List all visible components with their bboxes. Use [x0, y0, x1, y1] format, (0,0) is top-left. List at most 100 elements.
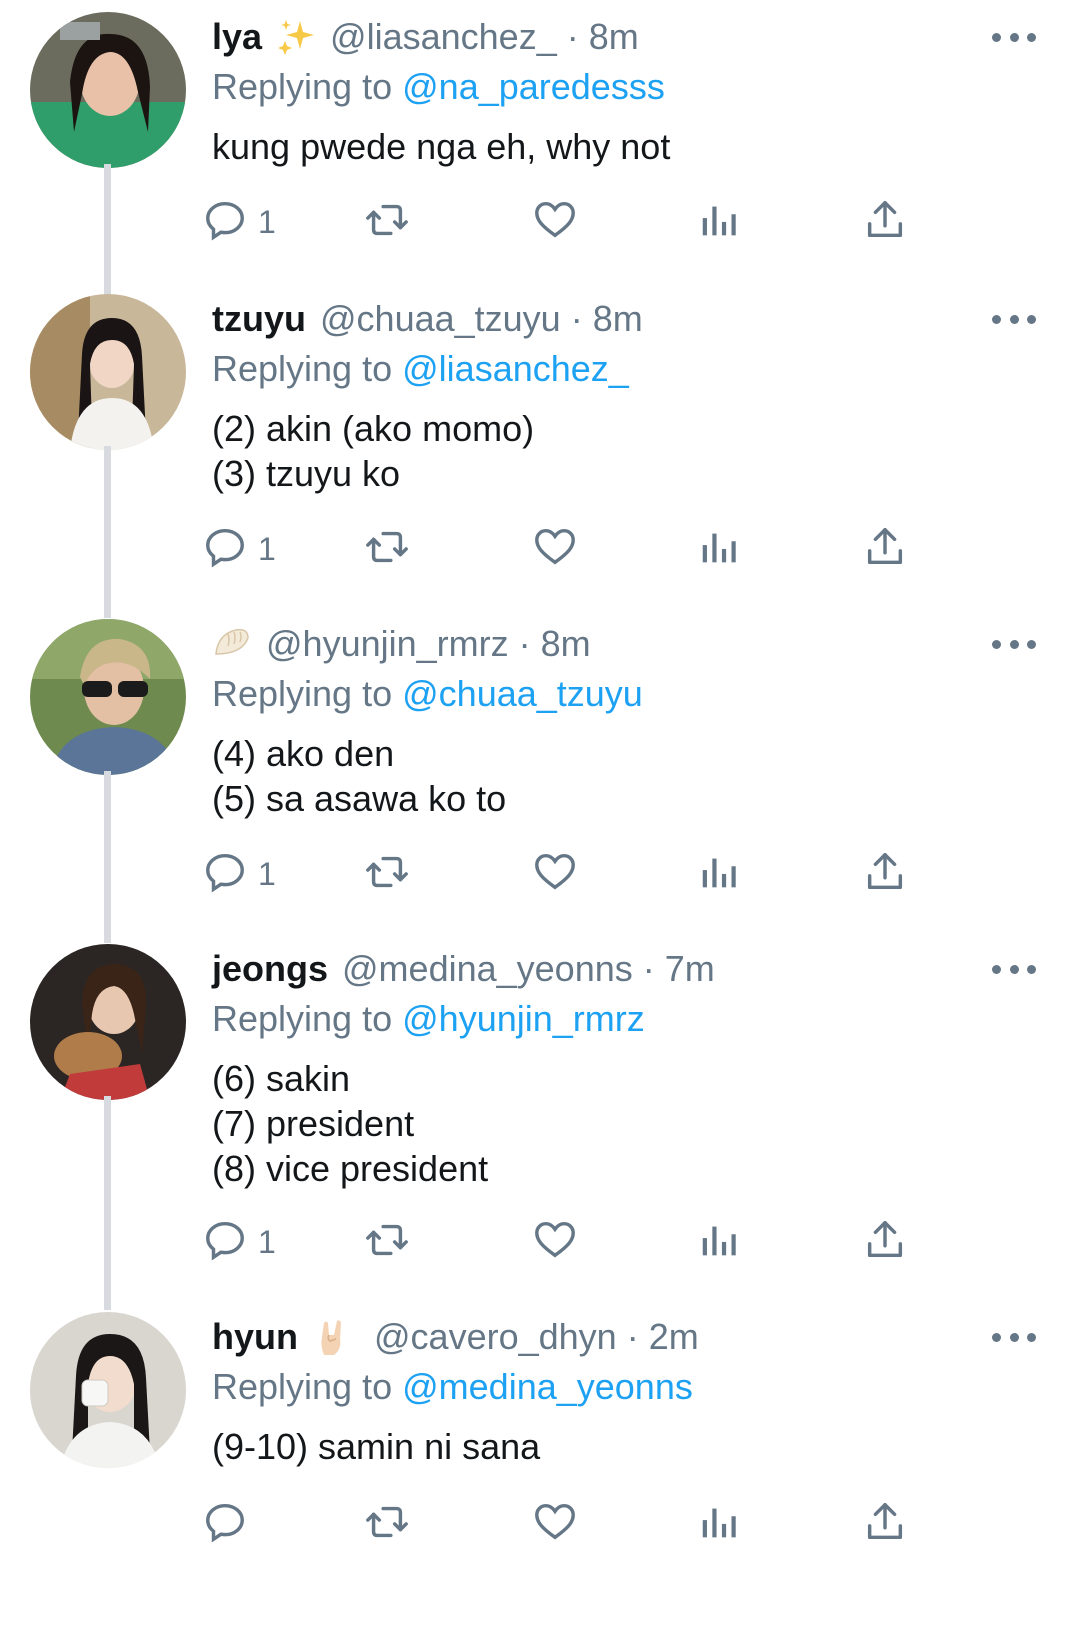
like-button[interactable] — [532, 1499, 578, 1549]
separator-dot: · — [518, 623, 531, 664]
analytics-button[interactable] — [697, 1499, 743, 1549]
tweet-text-line: (9-10) samin ni sana — [212, 1426, 541, 1467]
like-icon — [532, 197, 578, 248]
user-handle[interactable]: @medina_yeonns — [342, 948, 633, 990]
like-button[interactable] — [532, 1217, 578, 1267]
retweet-button[interactable] — [364, 1499, 410, 1549]
more-icon[interactable] — [992, 302, 1036, 336]
tweet-text: (6) sakin (7) president (8) vice preside… — [212, 1056, 1050, 1191]
display-name[interactable]: lya — [212, 16, 262, 58]
more-icon[interactable] — [992, 20, 1036, 54]
reply-button[interactable]: 1 — [202, 849, 276, 899]
avatar[interactable] — [30, 12, 186, 168]
reply-count: 1 — [258, 203, 276, 240]
share-icon — [862, 1499, 908, 1550]
thread-line — [104, 164, 111, 304]
share-button[interactable] — [862, 524, 908, 574]
retweet-button[interactable] — [364, 849, 410, 899]
share-icon — [862, 197, 908, 248]
tweet-text: (4) ako den (5) sa asawa ko to — [212, 731, 1050, 821]
retweet-button[interactable] — [364, 1217, 410, 1267]
rock-on-hand-emoji — [312, 1317, 352, 1357]
avatar[interactable] — [30, 944, 186, 1100]
reply-icon — [202, 849, 248, 900]
separator-dot: · — [566, 16, 579, 57]
replying-prefix: Replying to — [212, 348, 393, 389]
timestamp[interactable]: 2m — [649, 1316, 699, 1358]
more-icon[interactable] — [992, 952, 1036, 986]
retweet-icon — [364, 849, 410, 900]
user-handle[interactable]: @cavero_dhyn — [374, 1316, 617, 1358]
replying-to: Replying to @chuaa_tzuyu — [212, 669, 1050, 719]
like-button[interactable] — [532, 197, 578, 247]
tweet-actions — [206, 1499, 972, 1549]
reply-icon — [202, 524, 248, 575]
timestamp[interactable]: 7m — [665, 948, 715, 990]
display-name[interactable]: jeongs — [212, 948, 328, 990]
tweet-actions: 1 — [206, 524, 972, 574]
replying-prefix: Replying to — [212, 1366, 393, 1407]
timestamp[interactable]: 8m — [589, 16, 639, 58]
like-icon — [532, 849, 578, 900]
share-icon — [862, 849, 908, 900]
analytics-icon — [697, 1499, 743, 1550]
user-handle[interactable]: @hyunjin_rmrz — [266, 623, 509, 665]
tweet-text-line: kung pwede nga eh, why not — [212, 126, 671, 167]
tweet-text-line: (2) akin (ako momo) — [212, 408, 535, 449]
retweet-button[interactable] — [364, 197, 410, 247]
timestamp[interactable]: 8m — [593, 298, 643, 340]
analytics-button[interactable] — [697, 524, 743, 574]
replying-to: Replying to @liasanchez_ — [212, 344, 1050, 394]
share-button[interactable] — [862, 1217, 908, 1267]
reply-count: 1 — [258, 530, 276, 567]
tweet-text-line: (5) sa asawa ko to — [212, 778, 507, 819]
tweet-actions: 1 — [206, 1217, 972, 1267]
like-button[interactable] — [532, 524, 578, 574]
replying-prefix: Replying to — [212, 66, 393, 107]
user-handle[interactable]: @chuaa_tzuyu — [320, 298, 561, 340]
avatar[interactable] — [30, 294, 186, 450]
reply-button[interactable]: 1 — [202, 197, 276, 247]
display-name[interactable]: tzuyu — [212, 298, 306, 340]
tweet-actions: 1 — [206, 197, 972, 247]
tweet-text: (9-10) samin ni sana — [212, 1424, 1050, 1469]
analytics-button[interactable] — [697, 849, 743, 899]
like-icon — [532, 1499, 578, 1550]
retweet-button[interactable] — [364, 524, 410, 574]
share-icon — [862, 524, 908, 575]
reply-button[interactable] — [202, 1499, 248, 1549]
mention-link[interactable]: @liasanchez_ — [402, 348, 629, 389]
mention-link[interactable]: @medina_yeonns — [402, 1366, 693, 1407]
replying-to: Replying to @hyunjin_rmrz — [212, 994, 1050, 1044]
share-button[interactable] — [862, 1499, 908, 1549]
reply-button[interactable]: 1 — [202, 1217, 276, 1267]
more-icon[interactable] — [992, 627, 1036, 661]
timestamp[interactable]: 8m — [541, 623, 591, 665]
tweet-text-line: (4) ako den — [212, 733, 395, 774]
analytics-button[interactable] — [697, 197, 743, 247]
avatar[interactable] — [30, 1312, 186, 1468]
thread-line — [104, 446, 111, 618]
tweet-actions: 1 — [206, 849, 972, 899]
mention-link[interactable]: @chuaa_tzuyu — [402, 673, 643, 714]
share-button[interactable] — [862, 849, 908, 899]
analytics-button[interactable] — [697, 1217, 743, 1267]
share-icon — [862, 1217, 908, 1268]
mention-link[interactable]: @na_paredesss — [402, 66, 665, 107]
retweet-icon — [364, 1499, 410, 1550]
retweet-icon — [364, 524, 410, 575]
avatar[interactable] — [30, 619, 186, 775]
reply-button[interactable]: 1 — [202, 524, 276, 574]
tweet-text-line: (8) vice president — [212, 1148, 489, 1189]
display-name[interactable]: hyun — [212, 1316, 298, 1358]
replying-to: Replying to @medina_yeonns — [212, 1362, 1050, 1412]
sparkles-emoji — [276, 17, 316, 57]
more-icon[interactable] — [992, 1320, 1036, 1354]
mention-link[interactable]: @hyunjin_rmrz — [402, 998, 645, 1039]
share-button[interactable] — [862, 197, 908, 247]
like-button[interactable] — [532, 849, 578, 899]
separator-dot: · — [570, 298, 583, 339]
thread-line — [104, 1096, 111, 1310]
user-handle[interactable]: @liasanchez_ — [330, 16, 557, 58]
retweet-icon — [364, 1217, 410, 1268]
